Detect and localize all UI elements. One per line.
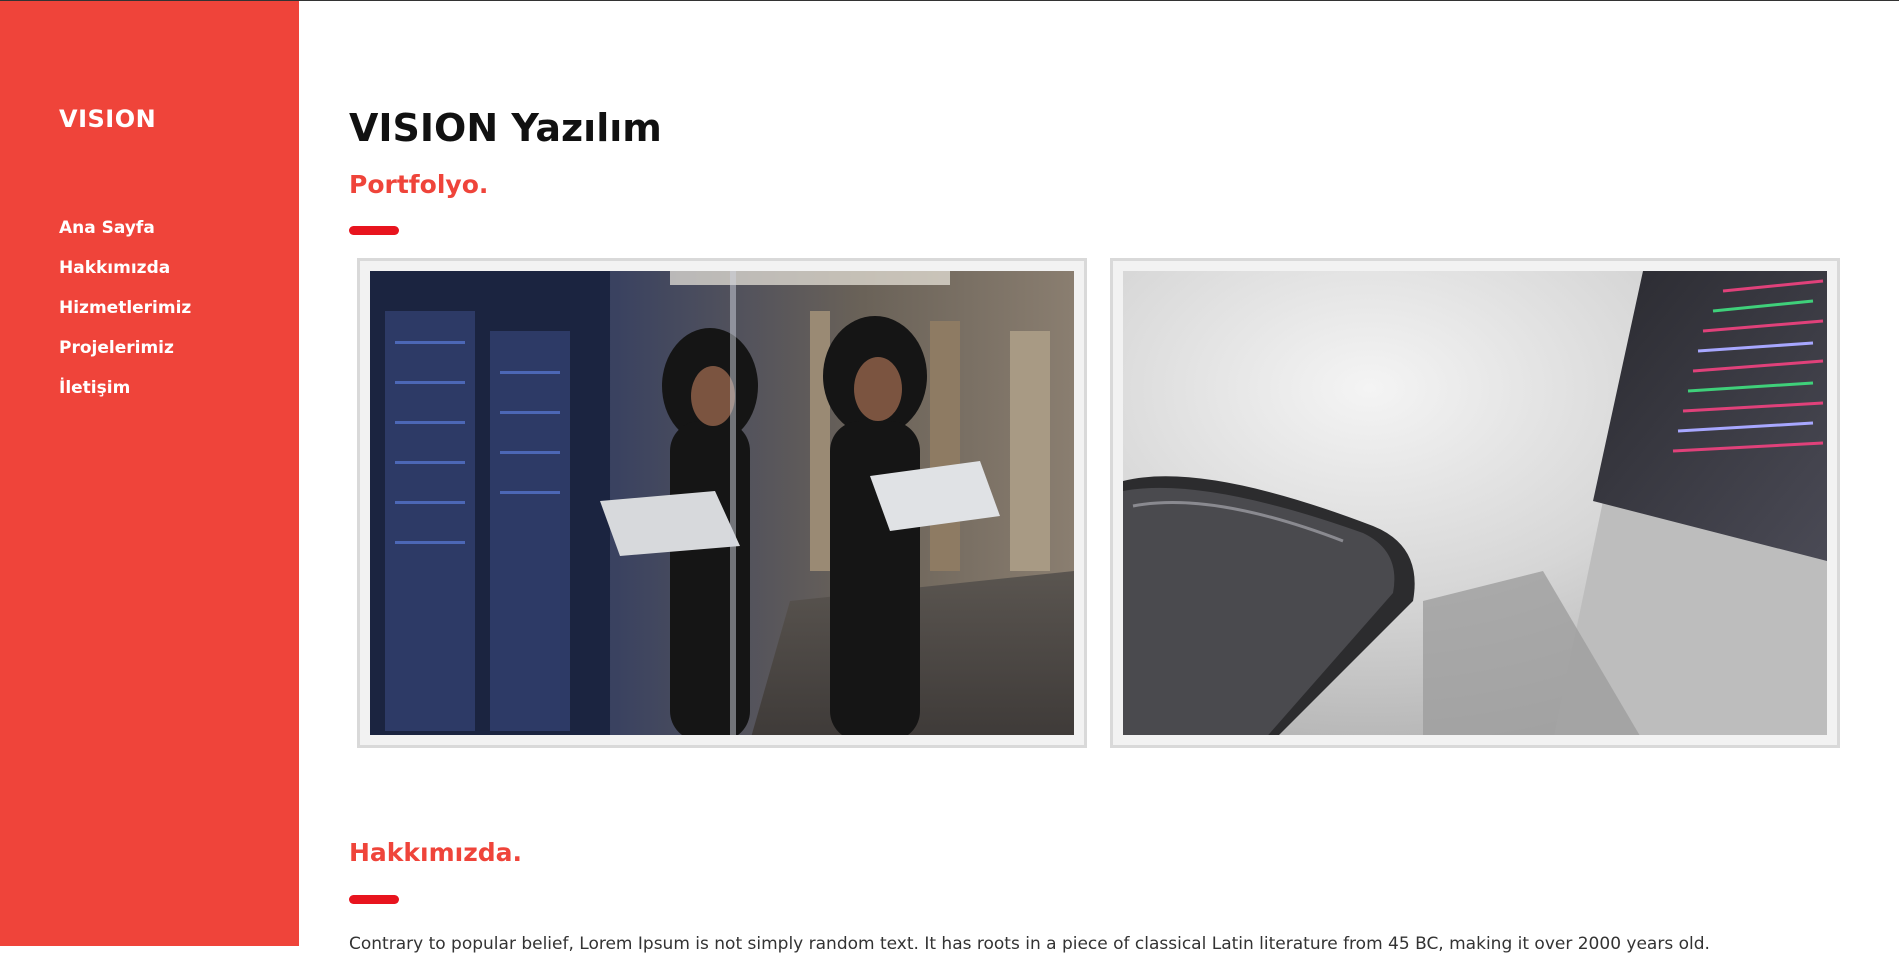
sidebar-link-projelerimiz[interactable]: Projelerimiz: [59, 338, 174, 358]
sidebar-item-hakkimizda: Hakkımızda: [59, 255, 191, 295]
woman-laptop-photo: [370, 271, 1074, 735]
portfolio-card-1[interactable]: [357, 258, 1087, 748]
sidebar-item-ana-sayfa: Ana Sayfa: [59, 215, 191, 255]
about-heading: Hakkımızda.: [349, 838, 523, 867]
sidebar-item-projelerimiz: Projelerimiz: [59, 335, 191, 375]
phone-laptop-image: [1123, 271, 1827, 735]
phone-laptop-photo: [1123, 271, 1827, 735]
sidebar-link-hizmetlerimiz[interactable]: Hizmetlerimiz: [59, 298, 191, 318]
sidebar-item-hizmetlerimiz: Hizmetlerimiz: [59, 295, 191, 335]
sidebar-item-iletisim: İletişim: [59, 375, 191, 415]
sidebar: VISION Ana Sayfa Hakkımızda Hizmetlerimi…: [0, 1, 299, 946]
main-content: VISION Yazılım Portfolyo. Hakkımızda. Co…: [349, 0, 1849, 954]
about-underline: [349, 895, 399, 904]
sidebar-link-hakkimizda[interactable]: Hakkımızda: [59, 258, 170, 278]
woman-laptop-image: [370, 271, 1074, 735]
page-title: VISION Yazılım: [349, 106, 662, 150]
sidebar-link-ana-sayfa[interactable]: Ana Sayfa: [59, 218, 155, 238]
sidebar-nav: Ana Sayfa Hakkımızda Hizmetlerimiz Proje…: [59, 215, 191, 415]
portfolio-card-2[interactable]: [1110, 258, 1840, 748]
portfolio-heading: Portfolyo.: [349, 170, 489, 199]
brand-logo[interactable]: VISION: [59, 105, 156, 133]
about-paragraph: Contrary to popular belief, Lorem Ipsum …: [349, 934, 1710, 954]
portfolio-underline: [349, 226, 399, 235]
sidebar-link-iletisim[interactable]: İletişim: [59, 378, 130, 398]
